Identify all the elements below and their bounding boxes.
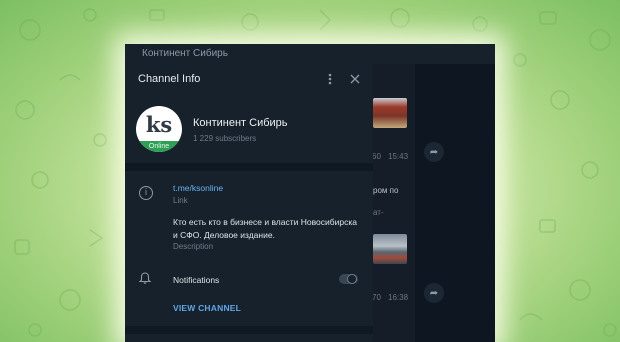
status-badge: Online: [136, 141, 182, 152]
message-views: 60: [372, 152, 381, 161]
description-label: Description: [173, 242, 214, 251]
section-divider: [125, 163, 373, 171]
panel-title: Channel Info: [138, 73, 201, 85]
info-icon: i: [139, 186, 153, 200]
link-label: Link: [173, 196, 188, 205]
message-views: 70: [372, 293, 381, 302]
share-icon[interactable]: ➦: [424, 142, 444, 162]
channel-description: Кто есть кто в бизнесе и власти Новосиби…: [173, 217, 357, 240]
message-text-fragment: ат-: [373, 208, 384, 217]
more-vertical-icon[interactable]: [323, 72, 337, 86]
message-photo[interactable]: [373, 98, 407, 128]
subscriber-count: 1 229 subscribers: [193, 134, 257, 143]
chat-header-title[interactable]: Континент Сибирь: [125, 44, 495, 64]
channel-info-panel: Channel Info ks Online Континент Сибирь …: [125, 62, 373, 342]
avatar[interactable]: ks Online: [136, 106, 182, 152]
share-icon[interactable]: ➦: [424, 283, 444, 303]
channel-name: Континент Сибирь: [193, 117, 288, 129]
message-photo[interactable]: [373, 234, 407, 264]
avatar-initials: ks: [145, 112, 173, 137]
notifications-label: Notifications: [173, 275, 220, 285]
close-icon[interactable]: [348, 72, 362, 86]
toggle-knob: [347, 274, 357, 284]
message-time: 16:38: [388, 293, 409, 302]
message-time: 15:43: [388, 152, 409, 161]
view-channel-button[interactable]: VIEW CHANNEL: [173, 303, 241, 313]
section-divider: [125, 326, 373, 334]
message-text-fragment: ром по: [373, 186, 399, 195]
notifications-toggle[interactable]: [339, 274, 358, 284]
channel-link[interactable]: t.me/ksonline: [173, 183, 223, 193]
bell-icon: [138, 271, 152, 285]
